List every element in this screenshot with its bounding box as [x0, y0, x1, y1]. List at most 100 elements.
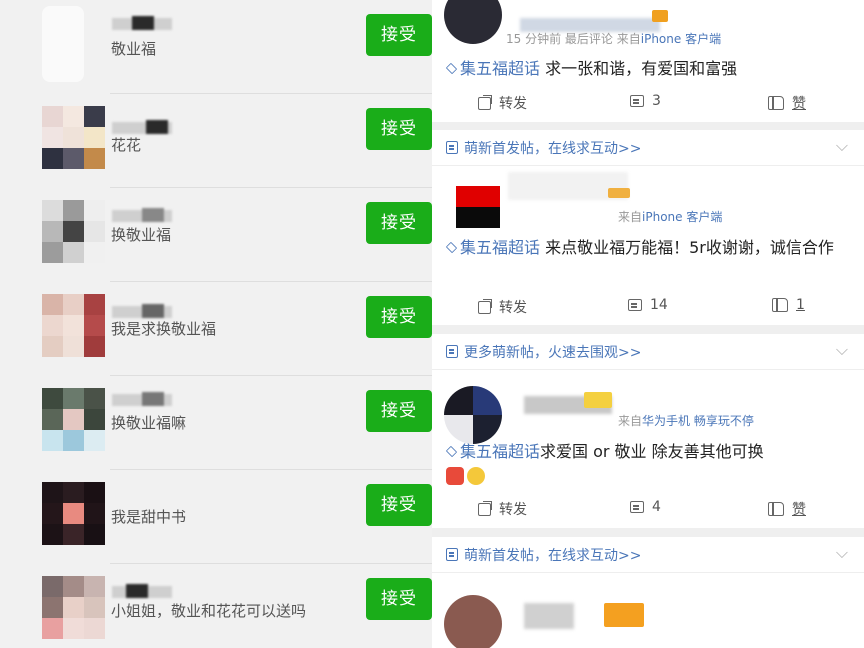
topic-link[interactable]: 集五福超话 [460, 238, 540, 257]
feed-post[interactable]: 15 分钟前 最后评论 来自iPhone 客户端 集五福超话 求一张和谐，有爱国… [432, 0, 864, 122]
comment-icon [630, 95, 644, 107]
crying-face-icon [467, 466, 485, 485]
post-body: 求爱国 or 敬业 除友善其他可换 [540, 442, 764, 461]
user-avatar[interactable] [444, 0, 502, 44]
avatar [42, 200, 106, 264]
avatar [42, 388, 106, 452]
post-text: 集五福超话 求一张和谐，有爱国和富强 [445, 57, 850, 80]
post-list-icon [446, 548, 458, 561]
request-message: 换敬业福嘛 [111, 414, 187, 432]
chevron-down-icon[interactable]: ⌵ [836, 136, 848, 156]
accept-button[interactable]: 接受 [366, 578, 432, 620]
accept-button[interactable]: 接受 [366, 390, 432, 432]
repost-button[interactable]: 转发 [478, 499, 527, 519]
avatar [42, 6, 84, 82]
repost-button[interactable]: 转发 [478, 297, 527, 317]
topic-link[interactable]: 集五福超话 [460, 59, 540, 78]
comment-icon [630, 501, 644, 513]
source-device[interactable]: iPhone 客户端 [642, 210, 722, 224]
share-icon [478, 96, 491, 110]
source-prefix: 来自 [616, 32, 641, 46]
comment-count: 14 [650, 297, 668, 313]
super-topic-icon [445, 241, 458, 254]
nickname-blurred [112, 584, 172, 598]
super-topic-icon [445, 62, 458, 75]
like-button[interactable]: 1 [772, 297, 805, 313]
sticker-icon [446, 466, 464, 485]
accept-button[interactable]: 接受 [366, 484, 432, 526]
super-topic-icon [445, 445, 458, 458]
post-body: 来点敬业福万能福！5r收谢谢，诚信合作 [540, 238, 834, 257]
vip-badge [608, 188, 630, 198]
nickname-blurred [112, 120, 172, 134]
weibo-feed: 15 分钟前 最后评论 来自iPhone 客户端 集五福超话 求一张和谐，有爱国… [432, 0, 864, 648]
friend-request-row[interactable]: 换敬业福嘛 接受 [0, 376, 432, 470]
post-source: 15 分钟前 最后评论 来自iPhone 客户端 [506, 30, 721, 47]
share-icon [478, 300, 491, 314]
repost-label: 转发 [499, 502, 527, 518]
like-label: 赞 [792, 96, 806, 112]
avatar [42, 106, 106, 170]
source-prefix: 来自 [618, 414, 643, 428]
chevron-down-icon[interactable]: ⌵ [836, 543, 848, 563]
section-header-text[interactable]: 更多萌新帖，火速去围观>> [464, 342, 641, 362]
friend-request-row[interactable]: 敬业福 接受 [0, 0, 432, 94]
accept-button[interactable]: 接受 [366, 202, 432, 244]
request-message: 换敬业福 [111, 226, 172, 244]
vip-badge [652, 10, 668, 22]
user-avatar[interactable] [444, 386, 502, 444]
repost-button[interactable]: 转发 [478, 93, 527, 113]
nickname-blurred [112, 392, 172, 406]
friend-request-row[interactable]: 换敬业福 接受 [0, 188, 432, 282]
thumbs-up-icon [772, 298, 788, 312]
friend-request-row[interactable]: 我是甜中书 接受 [0, 470, 432, 564]
section-header-text[interactable]: 萌新首发帖，在线求互动>> [464, 545, 641, 565]
comment-button[interactable]: 14 [628, 297, 668, 313]
chevron-down-icon[interactable]: ⌵ [836, 340, 848, 360]
avatar [42, 482, 106, 546]
nickname-blurred [112, 208, 172, 222]
request-message: 敬业福 [111, 40, 157, 58]
post-text: 集五福超话求爱国 or 敬业 除友善其他可换 [445, 440, 850, 486]
source-device[interactable]: 华为手机 畅享玩不停 [642, 414, 754, 428]
post-list-icon [446, 141, 458, 154]
post-source: 来自华为手机 畅享玩不停 [618, 412, 754, 429]
section-header-text[interactable]: 萌新首发帖，在线求互动>> [464, 138, 641, 158]
post-time: 15 分钟前 最后评论 [506, 32, 613, 46]
request-message: 我是甜中书 [111, 508, 187, 526]
section-header[interactable]: 萌新首发帖，在线求互动>> ⌵ [432, 130, 864, 166]
post-source: 来自iPhone 客户端 [618, 208, 722, 225]
request-message: 花花 [111, 136, 142, 154]
user-avatar[interactable] [456, 186, 500, 228]
comment-count: 3 [652, 93, 661, 109]
accept-button[interactable]: 接受 [366, 108, 432, 150]
source-device[interactable]: iPhone 客户端 [641, 32, 721, 46]
post-actions: 转发 14 1 [432, 292, 864, 322]
feed-post[interactable]: 来自华为手机 畅享玩不停 集五福超话求爱国 or 敬业 除友善其他可换 转发 4… [432, 370, 864, 528]
post-list-icon [446, 345, 458, 358]
user-avatar[interactable] [444, 595, 502, 648]
avatar [42, 294, 106, 358]
friend-request-row[interactable]: 我是求换敬业福 接受 [0, 282, 432, 376]
feed-post[interactable] [432, 573, 864, 648]
like-button[interactable]: 赞 [768, 93, 806, 113]
thumbs-up-icon [768, 96, 784, 110]
comment-button[interactable]: 3 [630, 93, 661, 109]
post-text: 集五福超话 来点敬业福万能福！5r收谢谢，诚信合作 [445, 236, 850, 259]
like-count: 1 [796, 297, 805, 313]
topic-link[interactable]: 集五福超话 [460, 442, 540, 461]
friend-request-row[interactable]: 小姐姐，敬业和花花可以送吗 接受 [0, 564, 432, 648]
feed-post[interactable]: 来自iPhone 客户端 集五福超话 来点敬业福万能福！5r收谢谢，诚信合作 转… [432, 166, 864, 325]
section-header[interactable]: 萌新首发帖，在线求互动>> ⌵ [432, 537, 864, 573]
share-icon [478, 502, 491, 516]
comment-button[interactable]: 4 [630, 499, 661, 515]
friend-request-row[interactable]: 花花 接受 [0, 94, 432, 188]
accept-button[interactable]: 接受 [366, 296, 432, 338]
repost-label: 转发 [499, 96, 527, 112]
request-message: 小姐姐，敬业和花花可以送吗 [111, 602, 307, 620]
avatar [42, 576, 106, 640]
accept-button[interactable]: 接受 [366, 14, 432, 56]
section-header[interactable]: 更多萌新帖，火速去围观>> ⌵ [432, 334, 864, 370]
comment-count: 4 [652, 499, 661, 515]
like-button[interactable]: 赞 [768, 499, 806, 519]
